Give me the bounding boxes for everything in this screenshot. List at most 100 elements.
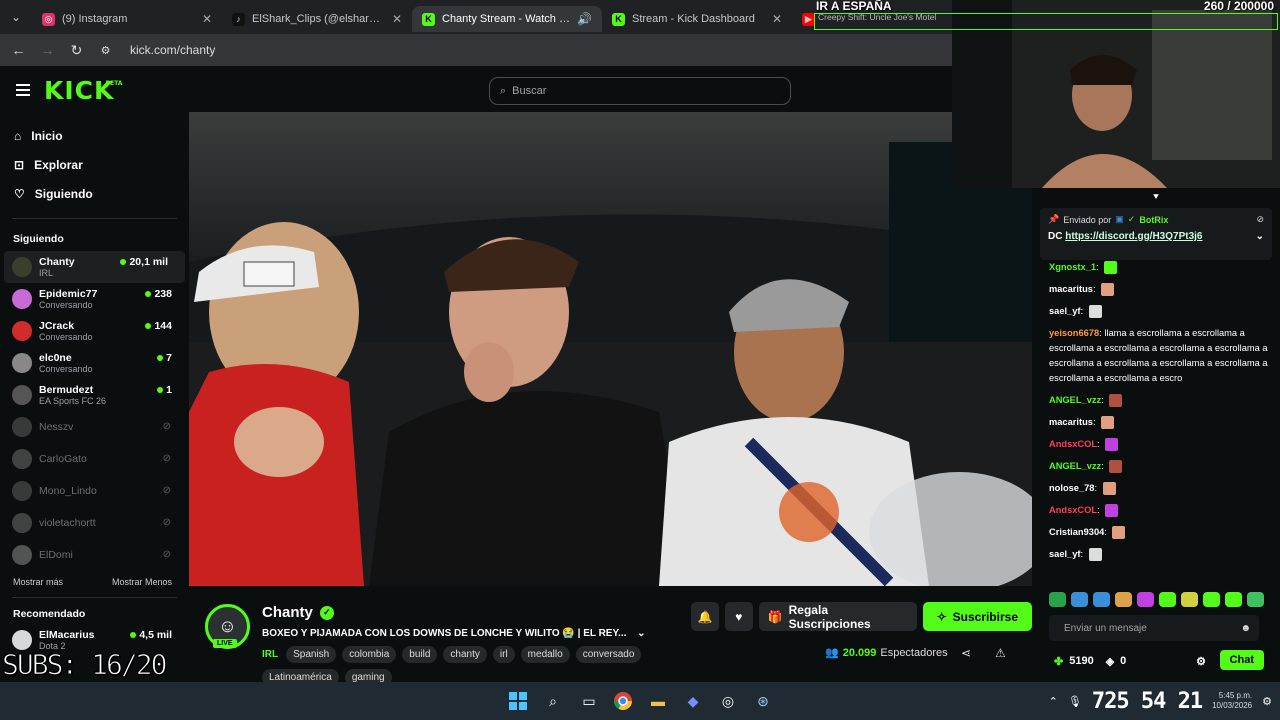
chat-username[interactable]: sael_yf [1049, 549, 1081, 559]
emote-icon[interactable] [1137, 592, 1154, 607]
folder-icon[interactable]: ▬ [647, 691, 669, 711]
chat-username[interactable]: macaritus [1049, 284, 1093, 294]
close-icon[interactable]: ✕ [202, 12, 212, 26]
share-icon[interactable]: ⋖ [961, 646, 971, 660]
emote-icon[interactable] [1159, 592, 1176, 607]
settings-icon[interactable]: ⚙ [1196, 655, 1206, 668]
chevron-down-icon[interactable]: ⌄ [1256, 231, 1264, 242]
stream-tag[interactable]: medallo [520, 646, 570, 663]
sidebar-channel[interactable]: JCrack Conversando 144 [0, 315, 189, 347]
sidebar-channel[interactable]: Nesszv ⊘ [0, 411, 189, 443]
tab-title: Chanty Stream - Watch Live [442, 13, 571, 25]
emote-icon[interactable] [1181, 592, 1198, 607]
back-arrow-icon[interactable]: ← [4, 42, 33, 58]
chat-send-button[interactable]: Chat [1219, 650, 1264, 670]
sidebar-channel[interactable]: violetachortt ⊘ [0, 507, 189, 539]
chat-username[interactable]: ANGEL_vzz [1049, 461, 1101, 471]
system-clock[interactable]: 5:45 p.m. 10/03/2026 [1212, 691, 1252, 711]
viewer-count-value: 20.099 [842, 646, 877, 659]
unpin-icon[interactable]: ⊘ [1256, 214, 1264, 225]
sidebar-channel[interactable]: CarloGato ⊘ [0, 443, 189, 475]
chevron-up-icon[interactable]: ⌃ [1049, 695, 1058, 708]
chat-username[interactable]: macaritus [1049, 417, 1093, 427]
steam-icon[interactable]: ⊛ [752, 691, 774, 711]
subscribe-button[interactable]: ✧ Suscribirse [922, 602, 1032, 631]
search-input[interactable]: ⌕ Buscar [489, 77, 791, 105]
sidebar-item-siguiendo[interactable]: ♡ Siguiendo [0, 179, 189, 208]
emoji-icon[interactable]: ☻ [1240, 623, 1251, 634]
sidebar-channel[interactable]: Chanty IRL 20,1 mil [4, 251, 185, 283]
app-icon[interactable]: ◆ [682, 691, 704, 711]
kick-logo[interactable]: KICK BETA [44, 76, 122, 105]
pinned-link[interactable]: https://discord.gg/H3Q7Pt3j6 [1065, 231, 1202, 242]
windows-start-icon[interactable] [507, 691, 529, 711]
chat-message: Cristian9304: [1049, 525, 1271, 540]
chat-separator: : [1101, 461, 1107, 471]
sidebar-item-inicio[interactable]: ⌂ Inicio [0, 121, 189, 150]
chat-username[interactable]: AndsxCOL [1049, 505, 1097, 515]
obs-icon[interactable]: ◎ [717, 691, 739, 711]
chat-username[interactable]: AndsxCOL [1049, 439, 1097, 449]
show-less-link[interactable]: Mostrar Menos [112, 577, 172, 587]
close-icon[interactable]: ✕ [772, 12, 782, 26]
browser-tab-tiktok[interactable]: ♪ ElShark_Clips (@elshark_clips) ✕ [222, 6, 412, 32]
emote-icon[interactable] [1049, 592, 1066, 607]
emote-icon [1102, 482, 1116, 496]
chat-username[interactable]: Xgnostx_1 [1049, 262, 1096, 272]
sidebar-channel[interactable]: Epidemic77 Conversando 238 [0, 283, 189, 315]
chat-username[interactable]: nolose_78 [1049, 483, 1094, 493]
stream-tag[interactable]: conversado [575, 646, 642, 663]
stream-category[interactable]: IRL [262, 649, 278, 660]
stream-tag[interactable]: build [402, 646, 438, 663]
emote-icon[interactable] [1093, 592, 1110, 607]
speaker-icon[interactable]: 🔊 [577, 12, 592, 26]
sidebar-channel[interactable]: Bermudezt EA Sports FC 26 1 [0, 379, 189, 411]
tab-search-icon[interactable]: ⌄ [0, 0, 32, 34]
chevron-down-icon[interactable]: ⌄ [637, 628, 645, 639]
emote-icon[interactable] [1225, 592, 1242, 607]
menu-icon[interactable] [16, 81, 30, 99]
task-view-icon[interactable]: ▭ [578, 691, 600, 711]
emote-icon[interactable] [1115, 592, 1132, 607]
live-dot [157, 387, 164, 393]
chat-username[interactable]: ANGEL_vzz [1049, 395, 1101, 405]
show-more-link[interactable]: Mostrar más [13, 577, 63, 587]
stream-tag[interactable]: colombia [342, 646, 397, 663]
url-input[interactable]: kick.com/chanty [130, 43, 215, 57]
sidebar-item-explorar[interactable]: ⊡ Explorar [0, 150, 189, 179]
chat-username[interactable]: yeison6678 [1049, 328, 1099, 338]
video-player[interactable] [189, 112, 1032, 586]
chat-username[interactable]: Cristian9304 [1049, 527, 1104, 537]
collapse-icon[interactable]: ⯆ [1152, 192, 1160, 203]
emote-icon[interactable] [1247, 592, 1264, 607]
reload-icon[interactable]: ↻ [62, 42, 91, 59]
sidebar-channel[interactable]: elc0ne Conversando 7 [0, 347, 189, 379]
emote-icon[interactable] [1203, 592, 1220, 607]
close-icon[interactable]: ✕ [392, 12, 402, 26]
follow-button[interactable]: ♥ [724, 602, 753, 631]
stream-tag[interactable]: chanty [443, 646, 487, 663]
notifications-icon[interactable]: ⚙ [1262, 695, 1272, 708]
chrome-icon[interactable] [612, 691, 634, 711]
browser-tab-chanty[interactable]: K Chanty Stream - Watch Live 🔊 [412, 6, 602, 32]
sidebar-channel[interactable]: Mono_Lindo ⊘ [0, 475, 189, 507]
browser-tab-instagram[interactable]: ◎ (9) Instagram ✕ [32, 6, 222, 32]
forward-arrow-icon[interactable]: → [33, 42, 62, 58]
stream-tag[interactable]: Spanish [286, 646, 337, 663]
streamer-name[interactable]: Chanty [262, 604, 313, 621]
site-info-icon[interactable]: ⚙ [91, 44, 120, 57]
search-icon[interactable]: ⌕ [542, 691, 564, 711]
report-icon[interactable]: ⚠ [995, 646, 1006, 660]
avatar [12, 481, 32, 501]
emote-icon[interactable] [1071, 592, 1088, 607]
stream-tag[interactable]: irl [492, 646, 515, 663]
chat-message-input[interactable]: Enviar un mensaje ☻ [1049, 615, 1259, 641]
notification-button[interactable]: 🔔 [691, 602, 719, 631]
mic-icon[interactable]: 🎙 [1068, 695, 1082, 708]
gift-subs-button[interactable]: 🎁 Regala Suscripciones [758, 602, 917, 631]
viewer-count: 144 [145, 320, 172, 332]
chat-separator: : [1104, 527, 1110, 537]
chat-username[interactable]: sael_yf [1049, 306, 1081, 316]
sidebar-channel[interactable]: ElDomi ⊘ [0, 539, 189, 571]
browser-tab-dashboard[interactable]: K Stream - Kick Dashboard ✕ [602, 6, 792, 32]
